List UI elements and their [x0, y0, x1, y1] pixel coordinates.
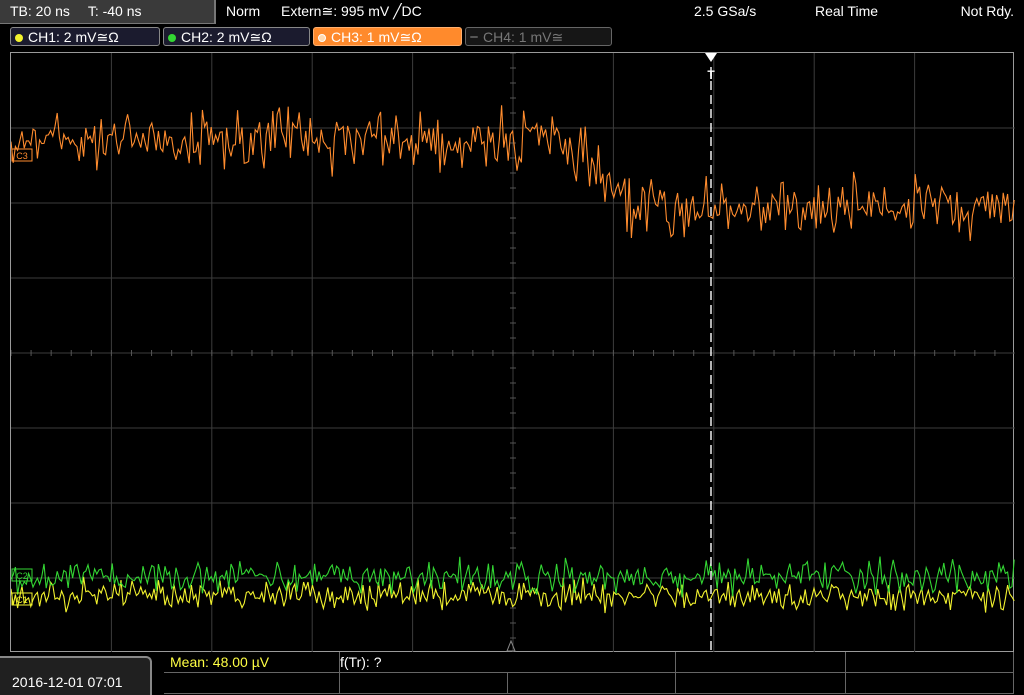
channel-3-label: CH3: 1 mV≅Ω: [331, 29, 422, 45]
measurement-frequency[interactable]: f(Tr): ?: [340, 652, 676, 673]
channel-2-tab[interactable]: CH2: 2 mV≅Ω: [163, 27, 310, 46]
channel-2-label: CH2: 2 mV≅Ω: [181, 29, 272, 45]
trigger-marker-label: T: [707, 68, 715, 82]
measurement-slot[interactable]: [340, 673, 508, 694]
measurement-slot[interactable]: [846, 673, 1014, 694]
measurement-slot[interactable]: [676, 652, 846, 673]
channel-markers: C3 C2 C1: [11, 148, 33, 606]
channel-3-dot-icon: [318, 34, 326, 42]
trigger-source-label[interactable]: Extern≅: 995 mV ╱DC: [281, 0, 422, 23]
channel-4-off-icon: [470, 36, 478, 38]
trigger-offset-label: T: -40 ns: [87, 3, 142, 19]
trigger-position-arrow-icon: [705, 53, 717, 62]
bottom-bar: 2016-12-01 07:01 Mean: 48.00 µV f(Tr): ?: [0, 652, 1024, 695]
acquisition-mode-label[interactable]: Real Time: [815, 0, 878, 23]
trigger-status-label: Not Rdy.: [960, 3, 1014, 19]
channel-1-tab[interactable]: CH1: 2 mV≅Ω: [10, 27, 160, 46]
channel-1-marker-label: C1: [16, 595, 28, 605]
datetime-panel: 2016-12-01 07:01: [0, 656, 152, 695]
measurement-slot[interactable]: [164, 673, 340, 694]
status-bar: TB: 20 ns T: -40 ns Norm Extern≅: 995 mV…: [0, 0, 1024, 24]
channel-2-marker-label: C2: [16, 571, 28, 581]
waveform-display[interactable]: C3 C2 C1 T: [10, 52, 1015, 653]
timebase-panel[interactable]: TB: 20 ns T: -40 ns: [0, 0, 216, 24]
measurement-slot[interactable]: [846, 652, 1014, 673]
center-position-icon: [506, 639, 516, 652]
channel-3-tab[interactable]: CH3: 1 mV≅Ω: [313, 27, 462, 46]
channel-1-label: CH1: 2 mV≅Ω: [28, 29, 119, 45]
timebase-label: TB: 20 ns: [10, 3, 70, 19]
channel-bar: CH1: 2 mV≅Ω CH2: 2 mV≅Ω CH3: 1 mV≅Ω CH4:…: [0, 26, 1024, 48]
sample-rate-label: 2.5 GSa/s: [694, 3, 757, 19]
channel-2-dot-icon: [168, 34, 176, 42]
graticule: [11, 53, 1015, 653]
measurement-mean[interactable]: Mean: 48.00 µV: [164, 652, 340, 673]
channel-3-marker-label: C3: [16, 151, 28, 161]
channel-4-label: CH4: 1 mV≅: [483, 29, 564, 45]
channel-4-tab[interactable]: CH4: 1 mV≅: [465, 27, 612, 46]
channel-1-dot-icon: [15, 34, 23, 42]
datetime-label: 2016-12-01 07:01: [12, 674, 123, 690]
measurement-slot[interactable]: [508, 673, 676, 694]
measurement-slot[interactable]: [676, 673, 846, 694]
waveform-canvas: C3 C2 C1 T: [11, 53, 1015, 653]
trigger-mode-label[interactable]: Norm: [226, 0, 260, 23]
